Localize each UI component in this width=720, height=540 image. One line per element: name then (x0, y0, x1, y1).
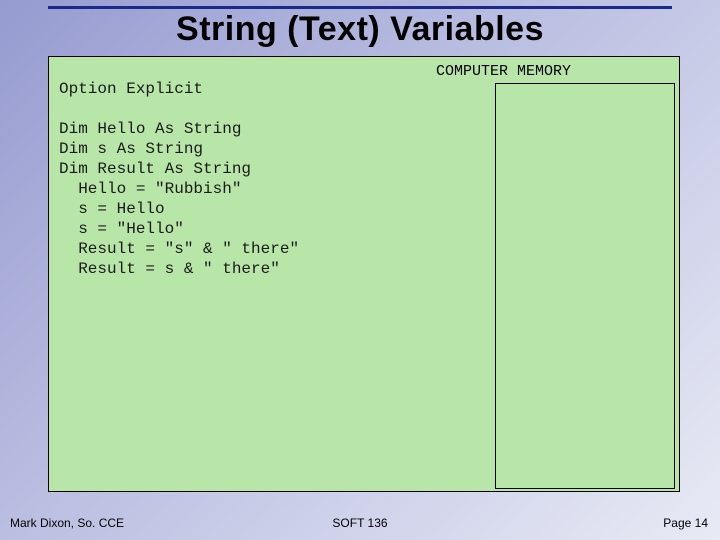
slide: String (Text) Variables COMPUTER MEMORY … (0, 0, 720, 540)
content-panel: COMPUTER MEMORY Option Explicit Dim Hell… (48, 56, 680, 492)
memory-box (495, 83, 675, 489)
slide-title: String (Text) Variables (0, 10, 720, 49)
footer-course: SOFT 136 (0, 516, 720, 530)
memory-label: COMPUTER MEMORY (436, 63, 571, 80)
code-block: Option Explicit Dim Hello As String Dim … (59, 79, 299, 279)
footer: Mark Dixon, So. CCE SOFT 136 Page 14 (0, 510, 720, 530)
title-rule (48, 6, 672, 9)
footer-page: Page 14 (663, 516, 708, 530)
